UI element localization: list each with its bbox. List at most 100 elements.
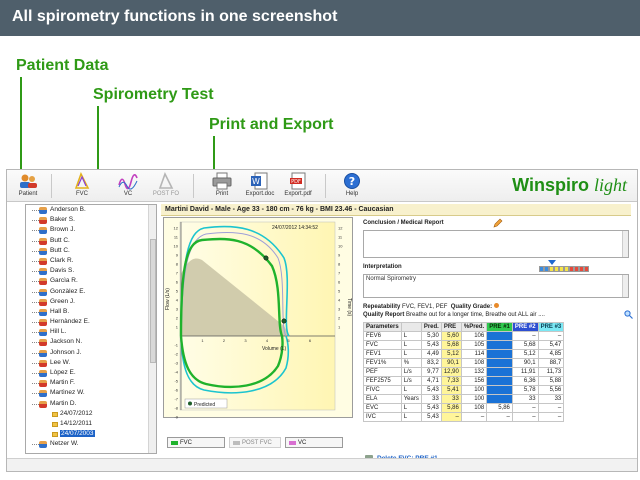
x-axis-label: Volume (L) bbox=[262, 346, 287, 352]
y-tick-label-left: -5 bbox=[174, 379, 178, 384]
patient-list-item[interactable]: Clark R. bbox=[26, 256, 156, 266]
patient-list-item[interactable]: Brown J. bbox=[26, 225, 156, 235]
patient-list-item[interactable]: Hernàndez E. bbox=[26, 317, 156, 327]
patient-icon bbox=[39, 308, 47, 316]
printer-icon bbox=[212, 172, 232, 190]
patient-name: Hall B. bbox=[50, 307, 70, 315]
patient-list-item[interactable]: Garcìa R. bbox=[26, 276, 156, 286]
table-cell: 5,30 bbox=[420, 331, 442, 341]
results-header-row: Parameters Pred. PRE %Pred. PRE #1 PRE #2 PRE … bbox=[363, 322, 565, 332]
table-cell: 114 bbox=[460, 349, 488, 359]
conclusion-scrollbar[interactable] bbox=[622, 231, 628, 257]
y-tick-label-left: 6 bbox=[176, 280, 179, 285]
patient-list-item[interactable]: Lee W. bbox=[26, 358, 156, 368]
patient-list-item[interactable]: Green J. bbox=[26, 297, 156, 307]
pencil-icon[interactable] bbox=[493, 218, 503, 228]
patient-icon bbox=[39, 329, 47, 337]
patient-list-item[interactable]: Johnson J. bbox=[26, 348, 156, 358]
export-doc-button[interactable]: W Export.doc bbox=[243, 172, 277, 200]
conclusion-title: Conclusion / Medical Report bbox=[363, 220, 444, 226]
patient-icon bbox=[39, 441, 47, 449]
column-header[interactable]: PRE #1 bbox=[486, 322, 513, 332]
export-pdf-button-label: Export.pdf bbox=[284, 191, 312, 197]
y-tick-label-left: 9 bbox=[176, 253, 179, 258]
patient-icon bbox=[39, 298, 47, 306]
y-tick-label-left: -4 bbox=[174, 370, 178, 375]
magnifier-icon[interactable] bbox=[624, 310, 633, 319]
post-fo-button[interactable]: POST FO bbox=[149, 172, 183, 200]
table-cell: L bbox=[400, 403, 422, 413]
predicted-legend-label: Predicted bbox=[194, 402, 215, 408]
callout-spirometry-test: Spirometry Test bbox=[93, 86, 214, 103]
export-pdf-button[interactable]: PDF Export.pdf bbox=[281, 172, 315, 200]
tree-connector bbox=[32, 230, 39, 232]
table-cell: – bbox=[537, 331, 565, 341]
y-tick-label-right: 7 bbox=[338, 271, 341, 276]
scrollbar-thumb[interactable] bbox=[150, 239, 156, 363]
toolbar-separator bbox=[325, 174, 326, 198]
column-header bbox=[400, 322, 422, 332]
table-row: FEF2575 L/s 4,71 7,33 156 6,36 5,88 bbox=[363, 376, 565, 386]
patient-list-item[interactable]: Davis S. bbox=[26, 266, 156, 276]
column-header: Pred. bbox=[420, 322, 442, 332]
vc-legend-button[interactable]: VC bbox=[285, 437, 343, 448]
patient-list-item[interactable]: Lòpez E. bbox=[26, 368, 156, 378]
tree-connector bbox=[32, 362, 39, 364]
table-cell: 156 bbox=[460, 376, 488, 386]
help-button[interactable]: ? Help bbox=[335, 172, 369, 200]
tree-connector bbox=[32, 393, 39, 395]
y-tick-label-left: -8 bbox=[174, 406, 178, 411]
patient-list-item[interactable]: Netzer W. bbox=[26, 439, 156, 449]
patient-list-scrollbar[interactable] bbox=[148, 205, 156, 453]
patient-list-item[interactable]: Hill L. bbox=[26, 327, 156, 337]
patient-icon bbox=[39, 207, 47, 214]
fvc-legend-button[interactable]: FVC bbox=[167, 437, 225, 448]
table-row: FVC L 5,43 5,68 105 5,68 5,47 bbox=[363, 340, 565, 350]
y-tick-label-left: -1 bbox=[174, 343, 178, 348]
post-fvc-legend-button[interactable]: POST FVC bbox=[229, 437, 281, 448]
patient-button[interactable]: Patient bbox=[11, 172, 45, 200]
patient-list-item[interactable]: Jackson N. bbox=[26, 337, 156, 347]
y-tick-label-left: 10 bbox=[174, 244, 179, 249]
table-cell: 33 bbox=[511, 394, 539, 404]
table-cell: 5,12 bbox=[511, 349, 539, 359]
table-cell: 5,47 bbox=[537, 340, 565, 350]
patient-list-item[interactable]: Butt C. bbox=[26, 236, 156, 246]
banner-title: All spirometry functions in one screensh… bbox=[12, 8, 338, 25]
y-tick-label-left: 4 bbox=[176, 298, 179, 303]
column-header[interactable]: PRE #2 bbox=[511, 322, 539, 332]
patient-list-item[interactable]: Baker S. bbox=[26, 215, 156, 225]
column-header[interactable]: PRE #3 bbox=[537, 322, 565, 332]
test-date-item[interactable]: 14/12/2011 bbox=[26, 419, 156, 429]
patient-list-item[interactable]: Martin D. bbox=[26, 399, 156, 409]
conclusion-textarea[interactable] bbox=[363, 230, 629, 258]
table-cell: 4,85 bbox=[537, 349, 565, 359]
patient-list-item[interactable]: Martìnez W. bbox=[26, 388, 156, 398]
interpretation-scrollbar[interactable] bbox=[622, 275, 628, 297]
y-tick-label-right: 2 bbox=[338, 316, 341, 321]
interpretation-scale bbox=[539, 266, 589, 272]
fvc-button[interactable]: FVC bbox=[65, 172, 99, 200]
quality-grade-label: Quality Grade: bbox=[450, 304, 493, 310]
table-cell: 12,90 bbox=[440, 367, 462, 377]
vc-button[interactable]: VC bbox=[111, 172, 145, 200]
print-button[interactable]: Print bbox=[205, 172, 239, 200]
patient-list-item[interactable]: Butt C. bbox=[26, 246, 156, 256]
patient-list-item[interactable]: Anderson B. bbox=[26, 205, 156, 215]
table-cell: 88,7 bbox=[537, 358, 565, 368]
test-date-item[interactable]: 24/07/2003 bbox=[26, 429, 156, 439]
patient-list-item[interactable]: Gonzàlez E. bbox=[26, 287, 156, 297]
patient-name: Jackson N. bbox=[50, 338, 83, 346]
y-tick-label-right: 3 bbox=[338, 307, 341, 312]
patient-name: Clark R. bbox=[50, 256, 74, 264]
y-tick-label-right: 6 bbox=[338, 280, 341, 285]
fvc-button-label: FVC bbox=[76, 191, 88, 197]
test-date-item[interactable]: 24/07/2012 bbox=[26, 409, 156, 419]
patient-list-item[interactable]: Hall B. bbox=[26, 307, 156, 317]
patient-list-item[interactable]: Martin F. bbox=[26, 378, 156, 388]
table-cell: 5,43 bbox=[420, 340, 442, 350]
patient-name: Butt C. bbox=[50, 236, 70, 244]
flow-volume-graph[interactable]: 123456121110987654321-1-2-3-4-5-6-7-8-9-… bbox=[163, 217, 353, 419]
patient-name: Butt C. bbox=[50, 246, 70, 254]
patient-icon bbox=[39, 217, 47, 225]
